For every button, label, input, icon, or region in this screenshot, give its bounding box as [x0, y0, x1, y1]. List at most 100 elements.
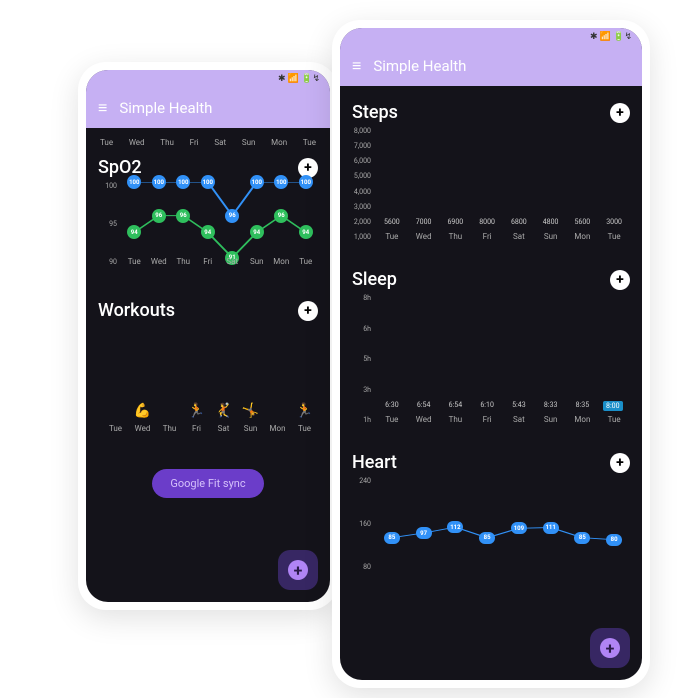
sleep-bar-value: 5:43	[512, 401, 526, 409]
phone-right-screen: ✱ 📶 🔋↯ ≡ Simple Health Steps + 8,0007,00…	[340, 28, 642, 680]
sleep-bar: 5:43 Sat	[503, 401, 535, 424]
steps-add-button[interactable]: +	[610, 103, 630, 123]
workouts-title: Workouts	[98, 300, 175, 321]
sleep-bar: 6:30 Tue	[376, 401, 408, 424]
workout-type-icon	[161, 402, 179, 420]
workout-type-icon: 💪	[134, 402, 152, 420]
sleep-title: Sleep	[352, 269, 397, 290]
spo2-bar: Mon	[269, 253, 294, 266]
sleep-bar-day: Tue	[385, 415, 398, 424]
sleep-chart[interactable]: 8h6h5h3h1h 6:30 Tue 6:54 Wed 6:54 Thu 6:…	[352, 294, 630, 440]
sleep-add-button[interactable]: +	[610, 270, 630, 290]
workouts-bar: 🏃 Fri	[183, 402, 210, 433]
steps-bar-value: 4800	[543, 218, 559, 226]
spo2-bar-day: Sun	[250, 257, 264, 266]
sleep-bar: 8:33 Sun	[535, 401, 567, 424]
workouts-bar-day: Sat	[218, 424, 230, 433]
workout-type-icon: 🤸	[242, 402, 260, 420]
steps-bar: 3000 Tue	[598, 218, 630, 241]
spo2-bar: Tue	[122, 253, 147, 266]
spo2-bar: Wed	[147, 253, 172, 266]
workout-type-icon: 🏃	[188, 402, 206, 420]
heart-header: Heart +	[352, 452, 630, 473]
heart-line-point: 85	[384, 532, 400, 544]
spo2-bar: Tue	[294, 253, 319, 266]
fab-button-right[interactable]: +	[590, 628, 630, 668]
workout-type-icon: 🤾	[215, 402, 233, 420]
spo2-bar-day: Wed	[151, 257, 167, 266]
steps-bar-value: 6800	[511, 218, 527, 226]
steps-bar: 6900 Thu	[440, 218, 472, 241]
sleep-bar: 8:35 Mon	[567, 401, 599, 424]
heart-line-point: 85	[479, 532, 495, 544]
app-bar-right: ≡ Simple Health	[340, 46, 642, 86]
steps-bar: 8000 Fri	[471, 218, 503, 241]
content-right: Steps + 8,0007,0006,0005,0004,0003,0002,…	[340, 86, 642, 597]
menu-icon[interactable]: ≡	[98, 98, 107, 118]
plus-icon: +	[288, 560, 308, 580]
workouts-bar: 🤸 Sun	[237, 402, 264, 433]
workouts-bar-day: Tue	[109, 424, 122, 433]
status-bar: ✱ 📶 🔋↯	[86, 70, 330, 88]
steps-chart[interactable]: 8,0007,0006,0005,0004,0003,0002,0001,000…	[352, 127, 630, 257]
spo2-bar: Thu	[171, 253, 196, 266]
heart-line-point: 109	[511, 522, 527, 534]
spo2-bar-day: Fri	[203, 257, 212, 266]
sleep-bar-value: 8:35	[576, 401, 590, 409]
sleep-bar-value: 6:54	[417, 401, 431, 409]
sleep-bar: 6:54 Wed	[408, 401, 440, 424]
status-icons: ✱ 📶 🔋↯	[590, 32, 632, 42]
workouts-header: Workouts +	[98, 300, 318, 321]
plus-icon: +	[600, 638, 620, 658]
spo2-bar: Sun	[245, 253, 270, 266]
sleep-bar-day: Mon	[574, 415, 590, 424]
spo2-bars: Tue Wed Thu Fri Sat Sun Mon Tue	[122, 182, 318, 266]
steps-bar: 7000 Wed	[408, 218, 440, 241]
heart-line-point: 97	[416, 527, 432, 539]
steps-bar: 5600 Mon	[567, 218, 599, 241]
spo2-bar-day: Sat	[226, 257, 238, 266]
heart-title: Heart	[352, 452, 397, 473]
spo2-bar-day: Tue	[299, 257, 312, 266]
status-bar-right: ✱ 📶 🔋↯	[340, 28, 642, 46]
sleep-bar: 8:00 8:00 Tue	[598, 401, 630, 424]
spo2-bar-day: Mon	[273, 257, 289, 266]
heart-line-point: 85	[574, 532, 590, 544]
steps-bar-value: 5600	[575, 218, 591, 226]
app-bar: ≡ Simple Health	[86, 88, 330, 128]
content-left: TueWedThuFriSatSunMonTue SpO2 + 1009590 …	[86, 128, 330, 508]
heart-add-button[interactable]: +	[610, 453, 630, 473]
sleep-bar-value: 8:33	[544, 401, 558, 409]
sleep-bar-day: Tue	[608, 415, 621, 424]
heart-chart[interactable]: 24016080 8597112851091118580	[352, 477, 630, 587]
steps-bar: 5600 Tue	[376, 218, 408, 241]
workouts-add-button[interactable]: +	[298, 301, 318, 321]
steps-bar: 6800 Sat	[503, 218, 535, 241]
menu-icon[interactable]: ≡	[352, 56, 361, 76]
workouts-bar: 🏃 Tue	[291, 402, 318, 433]
steps-bar-value: 7000	[416, 218, 432, 226]
steps-title: Steps	[352, 102, 398, 123]
sleep-y-axis: 8h6h5h3h1h	[352, 294, 374, 424]
fab-button[interactable]: +	[278, 550, 318, 590]
app-title: Simple Health	[119, 99, 212, 117]
sleep-bar-value: 6:54	[449, 401, 463, 409]
sleep-bar-day: Fri	[483, 415, 492, 424]
google-fit-sync-button[interactable]: Google Fit sync	[152, 469, 263, 498]
heart-line: 8597112851091118580	[376, 477, 630, 571]
sleep-bar-value: 6:30	[385, 401, 399, 409]
steps-bar-day: Tue	[385, 232, 398, 241]
steps-bars: 5600 Tue 7000 Wed 6900 Thu 8000 Fri 6800…	[376, 127, 630, 241]
heart-y-axis: 24016080	[352, 477, 374, 571]
steps-bar-day: Sun	[544, 232, 558, 241]
spo2-chart[interactable]: 1009590 10010010010096100100100949696949…	[98, 182, 318, 282]
workouts-bar-day: Wed	[135, 424, 151, 433]
workout-type-icon	[107, 402, 125, 420]
sleep-bar-day: Sun	[544, 415, 558, 424]
workouts-bar: Thu	[156, 402, 183, 433]
workouts-bar-day: Fri	[192, 424, 201, 433]
workouts-bar-day: Thu	[163, 424, 177, 433]
days-header-row: TueWedThuFriSatSunMonTue	[98, 138, 318, 147]
workouts-chart[interactable]: Tue 💪 Wed Thu 🏃 Fri 🤾 Sat 🤸 Sun	[98, 339, 318, 449]
workout-type-icon	[269, 402, 287, 420]
